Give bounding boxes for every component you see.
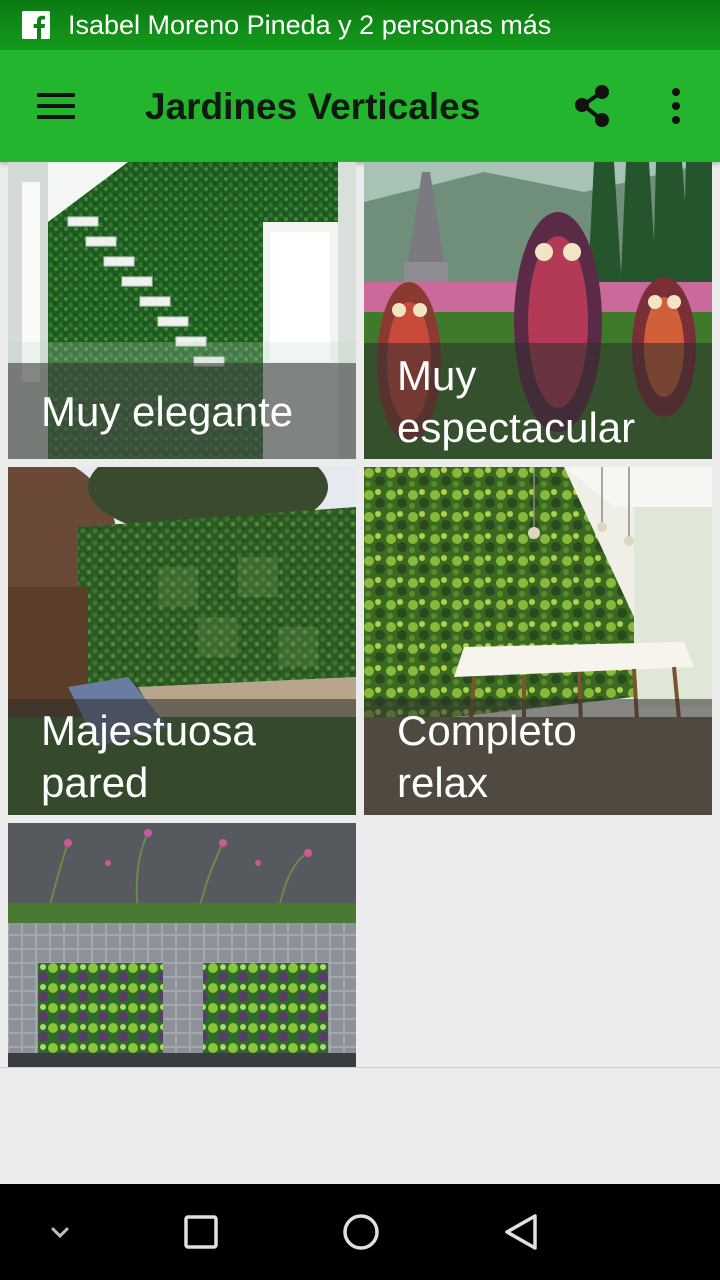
- gallery-item-majestuosa-pared[interactable]: Majestuosa pared: [8, 467, 356, 815]
- home-circle-icon[interactable]: [334, 1206, 388, 1258]
- status-bar: Isabel Moreno Pineda y 2 personas más: [0, 0, 720, 50]
- recents-square-icon[interactable]: [176, 1206, 226, 1258]
- list-divider: [0, 1067, 720, 1068]
- app-bar: Jardines Verticales: [0, 50, 720, 162]
- more-vert-icon[interactable]: [656, 80, 696, 132]
- tile-label: Muy espectacular: [397, 352, 636, 451]
- hamburger-menu-icon[interactable]: [26, 82, 86, 130]
- gallery-item-gabion-planters[interactable]: [8, 823, 356, 1067]
- share-icon[interactable]: [568, 80, 618, 132]
- gallery-item-completo-relax[interactable]: Completo relax: [364, 467, 712, 815]
- tile-label: Muy elegante: [41, 388, 294, 435]
- app-title: Jardines Verticales: [145, 86, 481, 127]
- back-triangle-icon[interactable]: [494, 1206, 548, 1258]
- notification-text: Isabel Moreno Pineda y 2 personas más: [68, 10, 552, 40]
- navigation-bar: [0, 1184, 720, 1280]
- chevron-down-icon[interactable]: [40, 1212, 80, 1252]
- gallery-item-muy-elegante[interactable]: Muy elegante: [8, 162, 356, 459]
- tile-label: Completo relax: [397, 707, 577, 806]
- tile-label: Majestuosa pared: [41, 707, 256, 806]
- facebook-icon: [22, 11, 50, 39]
- gabion-planter-wall-image: [8, 823, 356, 1067]
- gallery-item-muy-espectacular[interactable]: Muy espectacular: [364, 162, 712, 459]
